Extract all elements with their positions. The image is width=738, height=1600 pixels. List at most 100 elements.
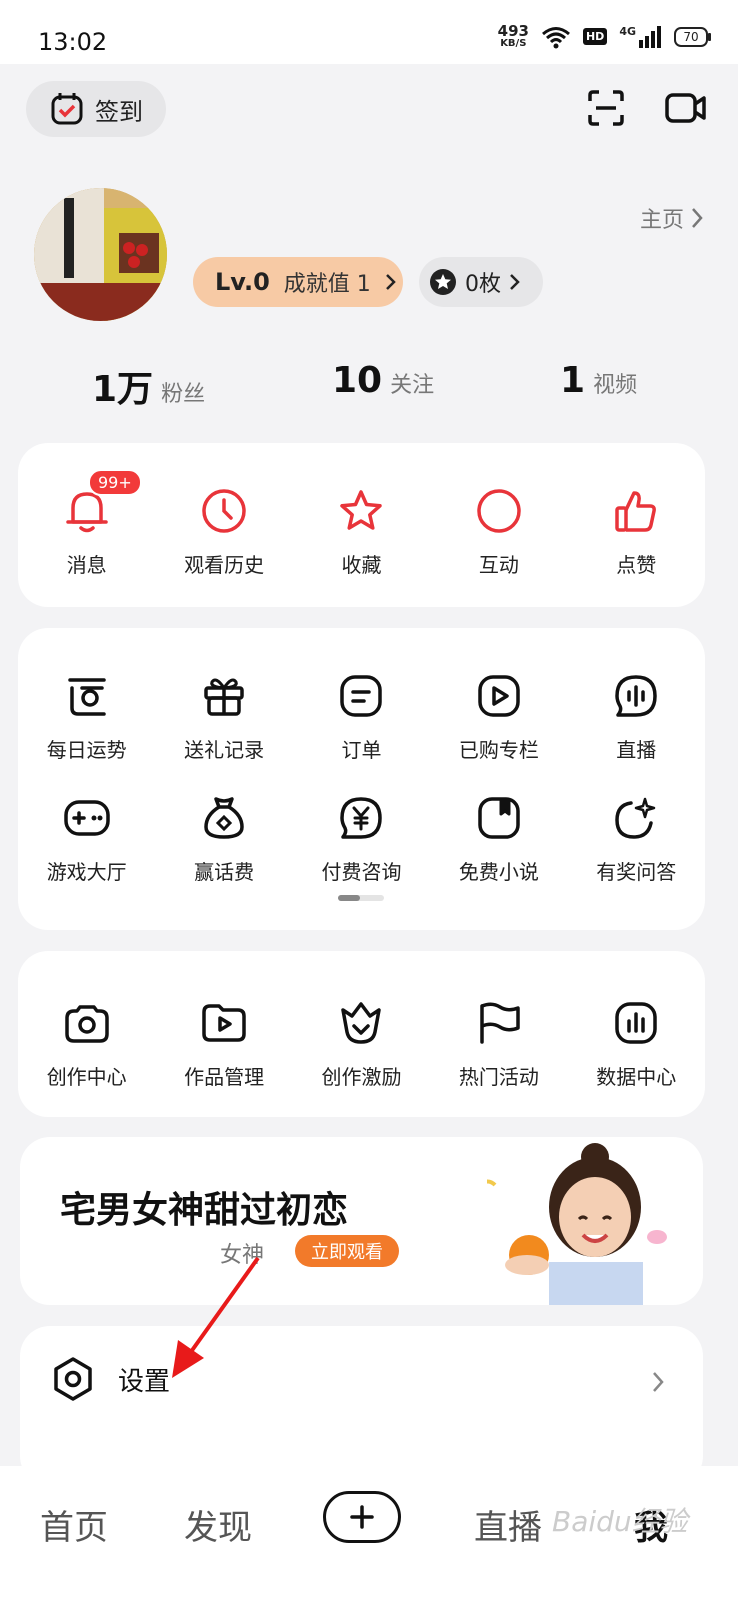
- creator-center-item[interactable]: 创作中心: [18, 995, 155, 1090]
- avatar[interactable]: [34, 188, 167, 321]
- messages-item[interactable]: 99+ 消息: [18, 469, 155, 578]
- hot-events-item[interactable]: 热门活动: [430, 995, 567, 1090]
- star-coin-icon: [430, 269, 456, 295]
- gift-records-item[interactable]: 送礼记录: [155, 668, 292, 763]
- calendar-check-icon: [51, 93, 83, 125]
- crown-cup-icon: [341, 1002, 382, 1044]
- stat-number: 10: [332, 360, 383, 401]
- chevron-right-icon: [510, 274, 520, 290]
- item-label: 游戏大厅: [46, 860, 127, 884]
- quiz-prize-item[interactable]: 有奖问答: [568, 790, 705, 885]
- creator-card: 创作中心 作品管理 创作激励 热门活动 数据中心: [18, 951, 705, 1117]
- signal-icon: [639, 25, 661, 48]
- item-label: 数据中心: [596, 1065, 677, 1089]
- stat-videos[interactable]: 1 视频: [560, 360, 637, 401]
- camera-icon: [64, 1005, 109, 1043]
- item-label: 直播: [616, 738, 657, 762]
- net-speed-value: 493: [497, 22, 529, 40]
- item-label: 有奖问答: [596, 860, 677, 884]
- purchased-columns-item[interactable]: 已购专栏: [430, 668, 567, 763]
- video-camera-icon[interactable]: [664, 88, 708, 128]
- fortune-icon: [67, 678, 106, 716]
- bar-chart-icon: [615, 1002, 657, 1044]
- money-bag-icon: [204, 797, 244, 839]
- sparkle-loop-icon: [615, 797, 656, 839]
- win-phone-credit-item[interactable]: 赢话费: [155, 790, 292, 885]
- favorites-item[interactable]: 收藏: [293, 483, 430, 578]
- level-label: Lv.0: [215, 268, 270, 296]
- game-hall-item[interactable]: 游戏大厅: [18, 790, 155, 885]
- scan-icon[interactable]: [586, 88, 626, 128]
- item-label: 收藏: [341, 553, 382, 577]
- watch-now-button[interactable]: 立即观看: [295, 1235, 399, 1267]
- creator-incentive-item[interactable]: 创作激励: [293, 995, 430, 1090]
- item-label: 赢话费: [194, 860, 255, 884]
- network-type: 4G: [619, 25, 636, 38]
- services-card: 每日运势 送礼记录 订单 已购专栏 直播 游戏大厅 赢话费 付费咨询 免费小说 …: [18, 628, 705, 930]
- banner-tag: 女神: [220, 1243, 265, 1268]
- item-label: 订单: [341, 738, 382, 762]
- stat-fans[interactable]: 1万 粉丝: [92, 360, 205, 412]
- quick-actions-card: 99+ 消息 观看历史 收藏 互动 点赞: [18, 443, 705, 607]
- status-time: 13:02: [38, 28, 108, 56]
- homepage-link[interactable]: 主页: [640, 202, 704, 234]
- yuan-chat-icon: [340, 797, 383, 839]
- item-label: 热门活动: [458, 1065, 539, 1089]
- interactions-item[interactable]: 互动: [430, 483, 567, 578]
- settings-row[interactable]: 设置: [50, 1356, 170, 1402]
- daily-fortune-item[interactable]: 每日运势: [18, 668, 155, 763]
- chevron-right-icon: [385, 274, 396, 290]
- status-bar: 13:02 493 KB/S HD 4G 70: [0, 0, 738, 64]
- item-label: 已购专栏: [458, 738, 539, 762]
- flag-icon: [480, 1002, 520, 1044]
- chevron-right-icon: [692, 208, 703, 228]
- tab-live[interactable]: 直播: [474, 1500, 542, 1549]
- item-label: 免费小说: [458, 860, 539, 884]
- coins-pill[interactable]: 0枚: [419, 257, 543, 307]
- book-icon: [478, 797, 520, 839]
- history-item[interactable]: 观看历史: [155, 483, 292, 578]
- thumbs-up-icon: [615, 491, 657, 532]
- gift-icon: [204, 678, 244, 716]
- coins-label: 0枚: [465, 272, 501, 297]
- homepage-label: 主页: [639, 208, 684, 233]
- settings-hexagon-icon: [54, 1357, 92, 1401]
- stat-label: 关注: [390, 373, 435, 398]
- item-label: 消息: [66, 553, 107, 577]
- likes-item[interactable]: 点赞: [568, 483, 705, 578]
- net-speed-unit: KB/S: [500, 38, 527, 49]
- checkin-button[interactable]: 签到: [26, 81, 166, 137]
- hd-badge: HD: [582, 28, 608, 45]
- page-indicator: [338, 895, 384, 901]
- data-center-item[interactable]: 数据中心: [568, 995, 705, 1090]
- star-icon: [340, 490, 383, 530]
- order-icon: [340, 675, 383, 717]
- banner-photo: [487, 1143, 667, 1305]
- stat-number: 1万: [92, 369, 154, 410]
- tab-discover[interactable]: 发现: [184, 1500, 252, 1549]
- stat-number: 1: [560, 360, 586, 401]
- item-label: 观看历史: [184, 553, 265, 577]
- live-item[interactable]: 直播: [568, 668, 705, 763]
- tab-home[interactable]: 首页: [40, 1500, 108, 1549]
- item-label: 每日运势: [46, 738, 127, 762]
- free-novels-item[interactable]: 免费小说: [430, 790, 567, 885]
- item-label: 付费咨询: [321, 860, 402, 884]
- watermark: Baidu经验: [552, 1505, 688, 1538]
- unread-badge: 99+: [88, 469, 142, 496]
- stat-following[interactable]: 10 关注: [332, 360, 434, 401]
- achievement-label: 成就值 1: [283, 272, 371, 297]
- item-label: 创作激励: [321, 1065, 402, 1089]
- checkin-label: 签到: [95, 97, 143, 126]
- orders-item[interactable]: 订单: [293, 668, 430, 763]
- item-label: 送礼记录: [184, 738, 265, 762]
- item-label: 点赞: [616, 553, 657, 577]
- promo-banner[interactable]: 宅男女神甜过初恋 女神 立即观看: [20, 1137, 703, 1305]
- clock-icon: [202, 489, 246, 533]
- level-pill[interactable]: Lv.0 成就值 1: [193, 257, 403, 307]
- settings-label: 设置: [118, 1366, 171, 1397]
- settings-card: 设置: [20, 1326, 703, 1486]
- create-plus-button[interactable]: [323, 1491, 401, 1543]
- works-management-item[interactable]: 作品管理: [155, 995, 292, 1090]
- paid-consult-item[interactable]: 付费咨询: [293, 790, 430, 885]
